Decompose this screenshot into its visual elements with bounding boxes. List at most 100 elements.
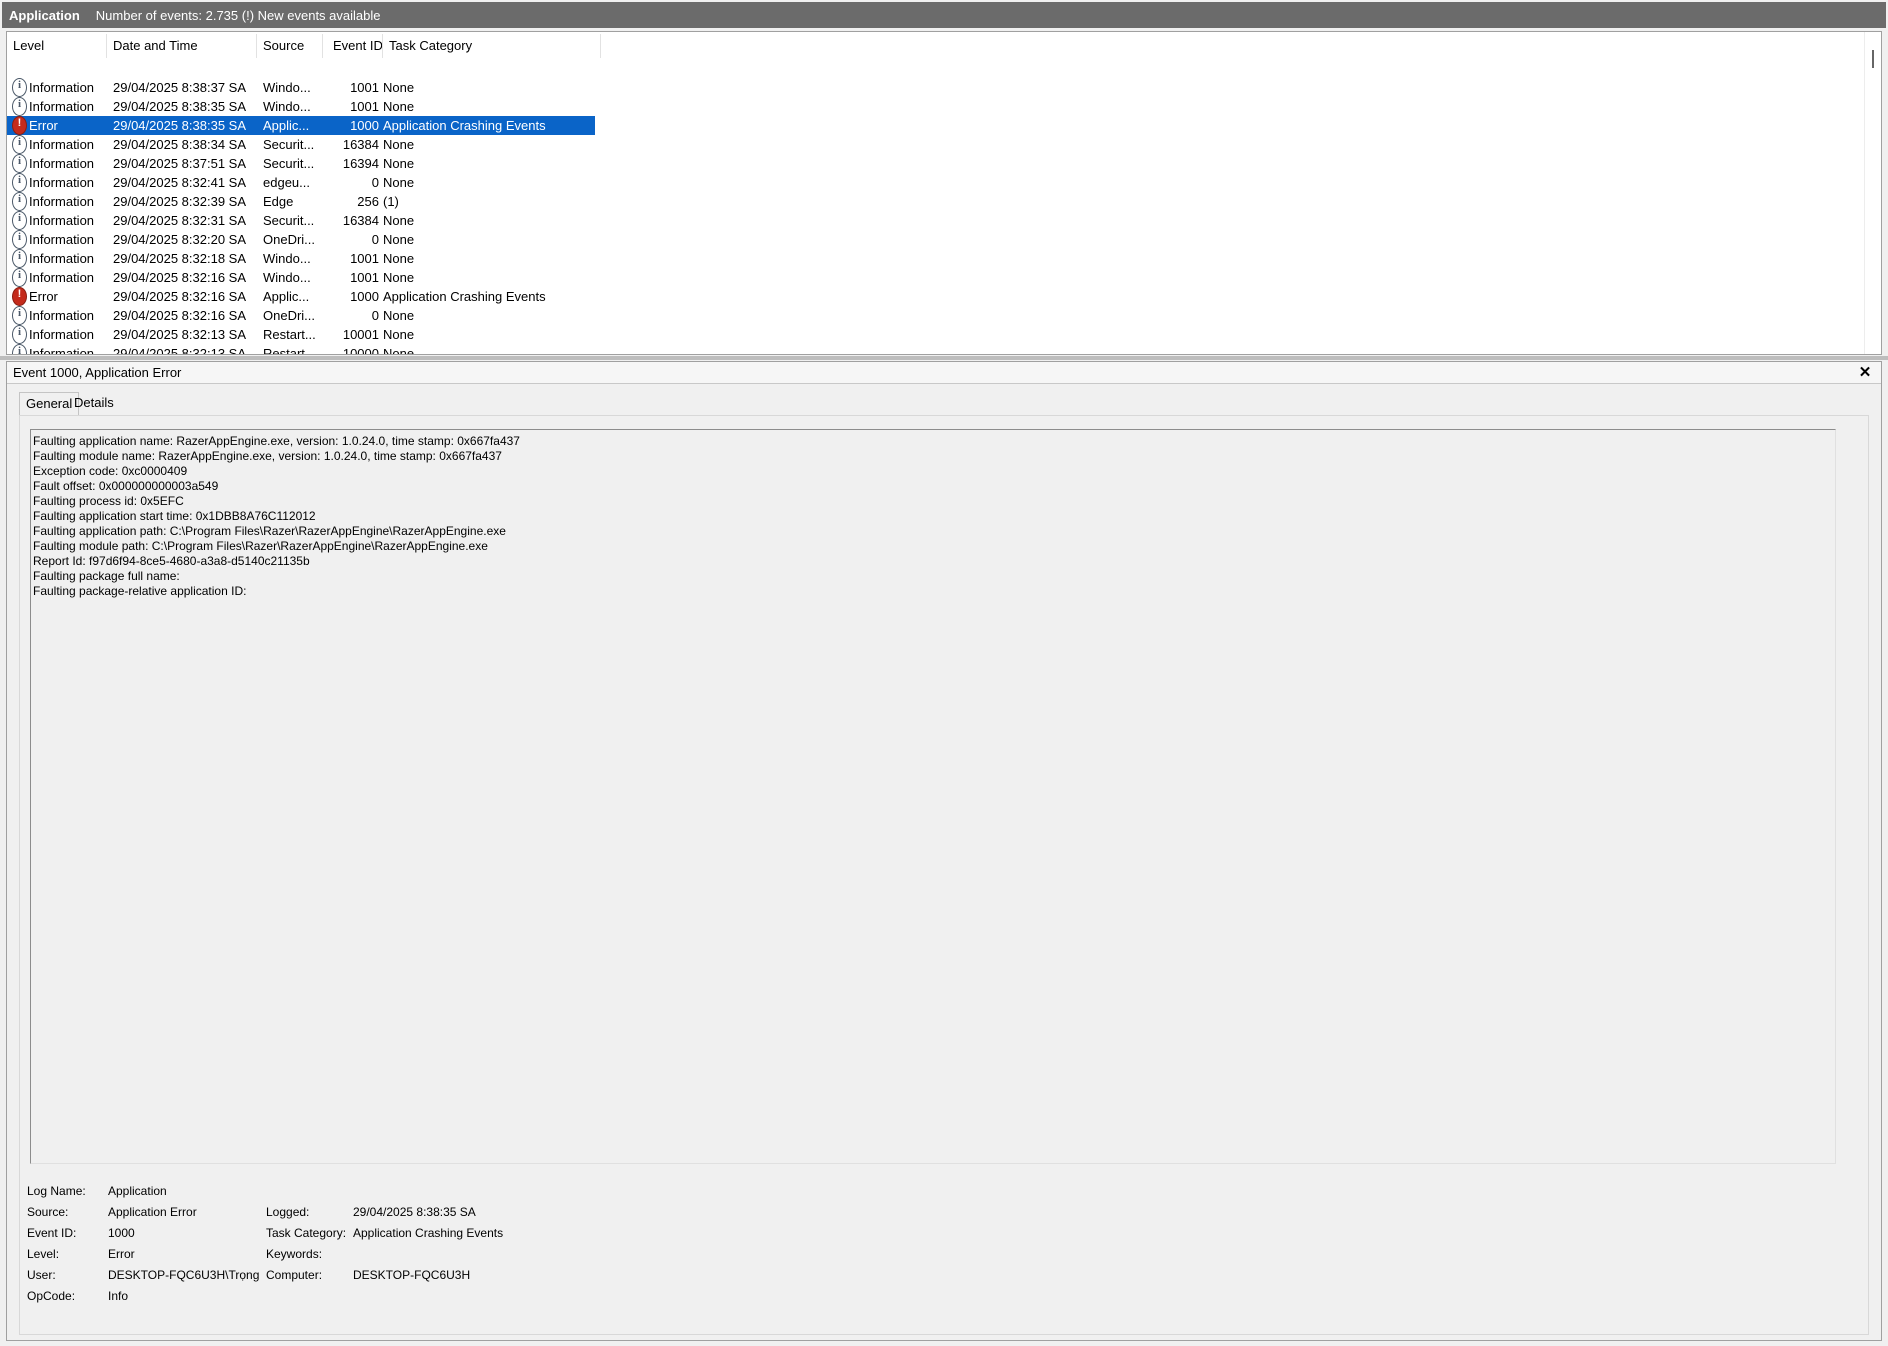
task-category-cell: Application Crashing Events (383, 118, 546, 133)
event-id-value: 1000 (108, 1226, 135, 1240)
error-icon: ! (12, 116, 27, 135)
column-header-source[interactable]: Source (257, 34, 323, 58)
source-value: Application Error (108, 1205, 197, 1219)
level-cell: Information (29, 194, 95, 209)
source-cell: Windo... (263, 99, 311, 114)
event-id-cell: 1001 (350, 80, 379, 95)
message-line: Exception code: 0xc0000409 (33, 464, 188, 478)
table-row[interactable]: ! Error 29/04/2025 8:38:35 SA Applic... 1000… (7, 116, 595, 135)
level-cell: Information (29, 137, 95, 152)
column-header-task-category[interactable]: Task Category (383, 34, 601, 58)
message-line: Faulting package-relative application ID… (33, 584, 247, 598)
message-line: Faulting application path: C:\Program Fi… (33, 524, 506, 538)
source-cell: Restart... (263, 346, 316, 355)
column-header-level[interactable]: Level (7, 34, 107, 58)
event-id-cell: 10000 (342, 346, 379, 355)
source-cell: edgeu... (263, 175, 310, 190)
info-icon: i (12, 78, 27, 97)
message-line: Report Id: f97d6f94-8ce5-4680-a3a8-d5140… (33, 554, 310, 568)
opcode-label: OpCode: (27, 1289, 76, 1303)
message-line: Fault offset: 0x000000000003a549 (33, 479, 219, 493)
task-category-cell: None (383, 80, 415, 95)
level-cell: Information (29, 327, 95, 342)
message-line: Faulting process id: 0x5EFC (33, 494, 184, 508)
date-cell: 29/04/2025 8:32:41 SA (113, 175, 247, 190)
info-icon: i (12, 268, 27, 287)
event-id-cell: 256 (357, 194, 379, 209)
task-category-cell: None (383, 175, 415, 190)
close-icon[interactable]: ✕ (1857, 362, 1873, 384)
event-message-box[interactable]: Faulting application name: RazerAppEngin… (30, 429, 1836, 1164)
event-id-cell: 1001 (350, 251, 379, 266)
source-cell: Edge (263, 194, 294, 209)
event-id-cell: 16384 (342, 137, 379, 152)
event-id-cell: 1000 (350, 118, 379, 133)
date-cell: 29/04/2025 8:32:13 SA (113, 327, 247, 342)
event-list[interactable]: Level Date and Time Source Event ID Task… (6, 31, 1882, 355)
date-cell: 29/04/2025 8:32:18 SA (113, 251, 247, 266)
info-icon: i (12, 230, 27, 249)
info-icon: i (12, 249, 27, 268)
source-cell: Windo... (263, 80, 311, 95)
info-icon: i (12, 211, 27, 230)
event-id-cell: 1001 (350, 270, 379, 285)
log-title: Application (9, 7, 80, 23)
level-cell: Information (29, 80, 95, 95)
date-cell: 29/04/2025 8:32:39 SA (113, 194, 247, 209)
keywords-label: Keywords: (266, 1247, 323, 1261)
task-category-cell: None (383, 232, 415, 247)
source-cell: Securit... (263, 213, 315, 228)
source-cell: OneDri... (263, 308, 316, 323)
task-category-cell: None (383, 137, 415, 152)
pane-splitter[interactable] (0, 356, 1888, 360)
info-icon: i (12, 135, 27, 154)
event-id-cell: 1000 (350, 289, 379, 304)
level-cell: Information (29, 99, 95, 114)
task-category-cell: None (383, 346, 415, 355)
message-line: Faulting module name: RazerAppEngine.exe… (33, 449, 502, 463)
task-category-cell: None (383, 251, 415, 266)
logged-value: 29/04/2025 8:38:35 SA (353, 1205, 476, 1219)
task-category-cell: (1) (383, 194, 399, 209)
source-cell: Windo... (263, 270, 311, 285)
date-cell: 29/04/2025 8:38:34 SA (113, 137, 247, 152)
event-detail-title: Event 1000, Application Error (7, 362, 1881, 384)
date-cell: 29/04/2025 8:38:37 SA (113, 80, 247, 95)
column-header-date[interactable]: Date and Time (107, 34, 257, 58)
event-id-cell: 10001 (342, 327, 379, 342)
level-cell: Information (29, 251, 95, 266)
task-category-cell: None (383, 308, 415, 323)
message-line: Faulting application name: RazerAppEngin… (33, 434, 520, 448)
level-cell: Information (29, 232, 95, 247)
level-cell: Information (29, 175, 95, 190)
event-list-scrollbar[interactable] (1864, 32, 1881, 354)
info-icon: i (12, 344, 27, 354)
level-cell: Information (29, 270, 95, 285)
event-id-cell: 16394 (342, 156, 379, 171)
event-count-text: Number of events: 2.735 (!) New events a… (95, 7, 381, 23)
user-value: DESKTOP-FQC6U3H\Trọng 1 (108, 1268, 260, 1282)
scrollbar-thumb[interactable] (1872, 50, 1874, 68)
level-cell: Error (29, 289, 58, 304)
event-id-cell: 0 (371, 232, 379, 247)
event-detail-pane: Event 1000, Application Error ✕ General … (6, 361, 1882, 1341)
tab-details[interactable]: Details (68, 392, 120, 414)
task-category-cell: None (383, 213, 415, 228)
date-cell: 29/04/2025 8:32:16 SA (113, 308, 247, 323)
log-header-bar: Application Number of events: 2.735 (!) … (2, 2, 1886, 28)
event-id-cell: 16384 (342, 213, 379, 228)
date-cell: 29/04/2025 8:32:16 SA (113, 270, 247, 285)
level-label: Level: (27, 1247, 60, 1261)
message-line: Faulting module path: C:\Program Files\R… (33, 539, 488, 553)
message-line: Faulting package full name: (33, 569, 180, 583)
event-id-cell: 0 (371, 308, 379, 323)
task-category-cell: None (383, 99, 415, 114)
error-icon: ! (12, 287, 27, 306)
message-line: Faulting application start time: 0x1DBB8… (33, 509, 316, 523)
task-category-cell: Application Crashing Events (383, 289, 546, 304)
date-cell: 29/04/2025 8:32:31 SA (113, 213, 247, 228)
level-cell: Error (29, 118, 58, 133)
log-name-value: Application (108, 1184, 167, 1198)
column-header-event-id[interactable]: Event ID (323, 34, 383, 58)
date-cell: 29/04/2025 8:32:20 SA (113, 232, 247, 247)
